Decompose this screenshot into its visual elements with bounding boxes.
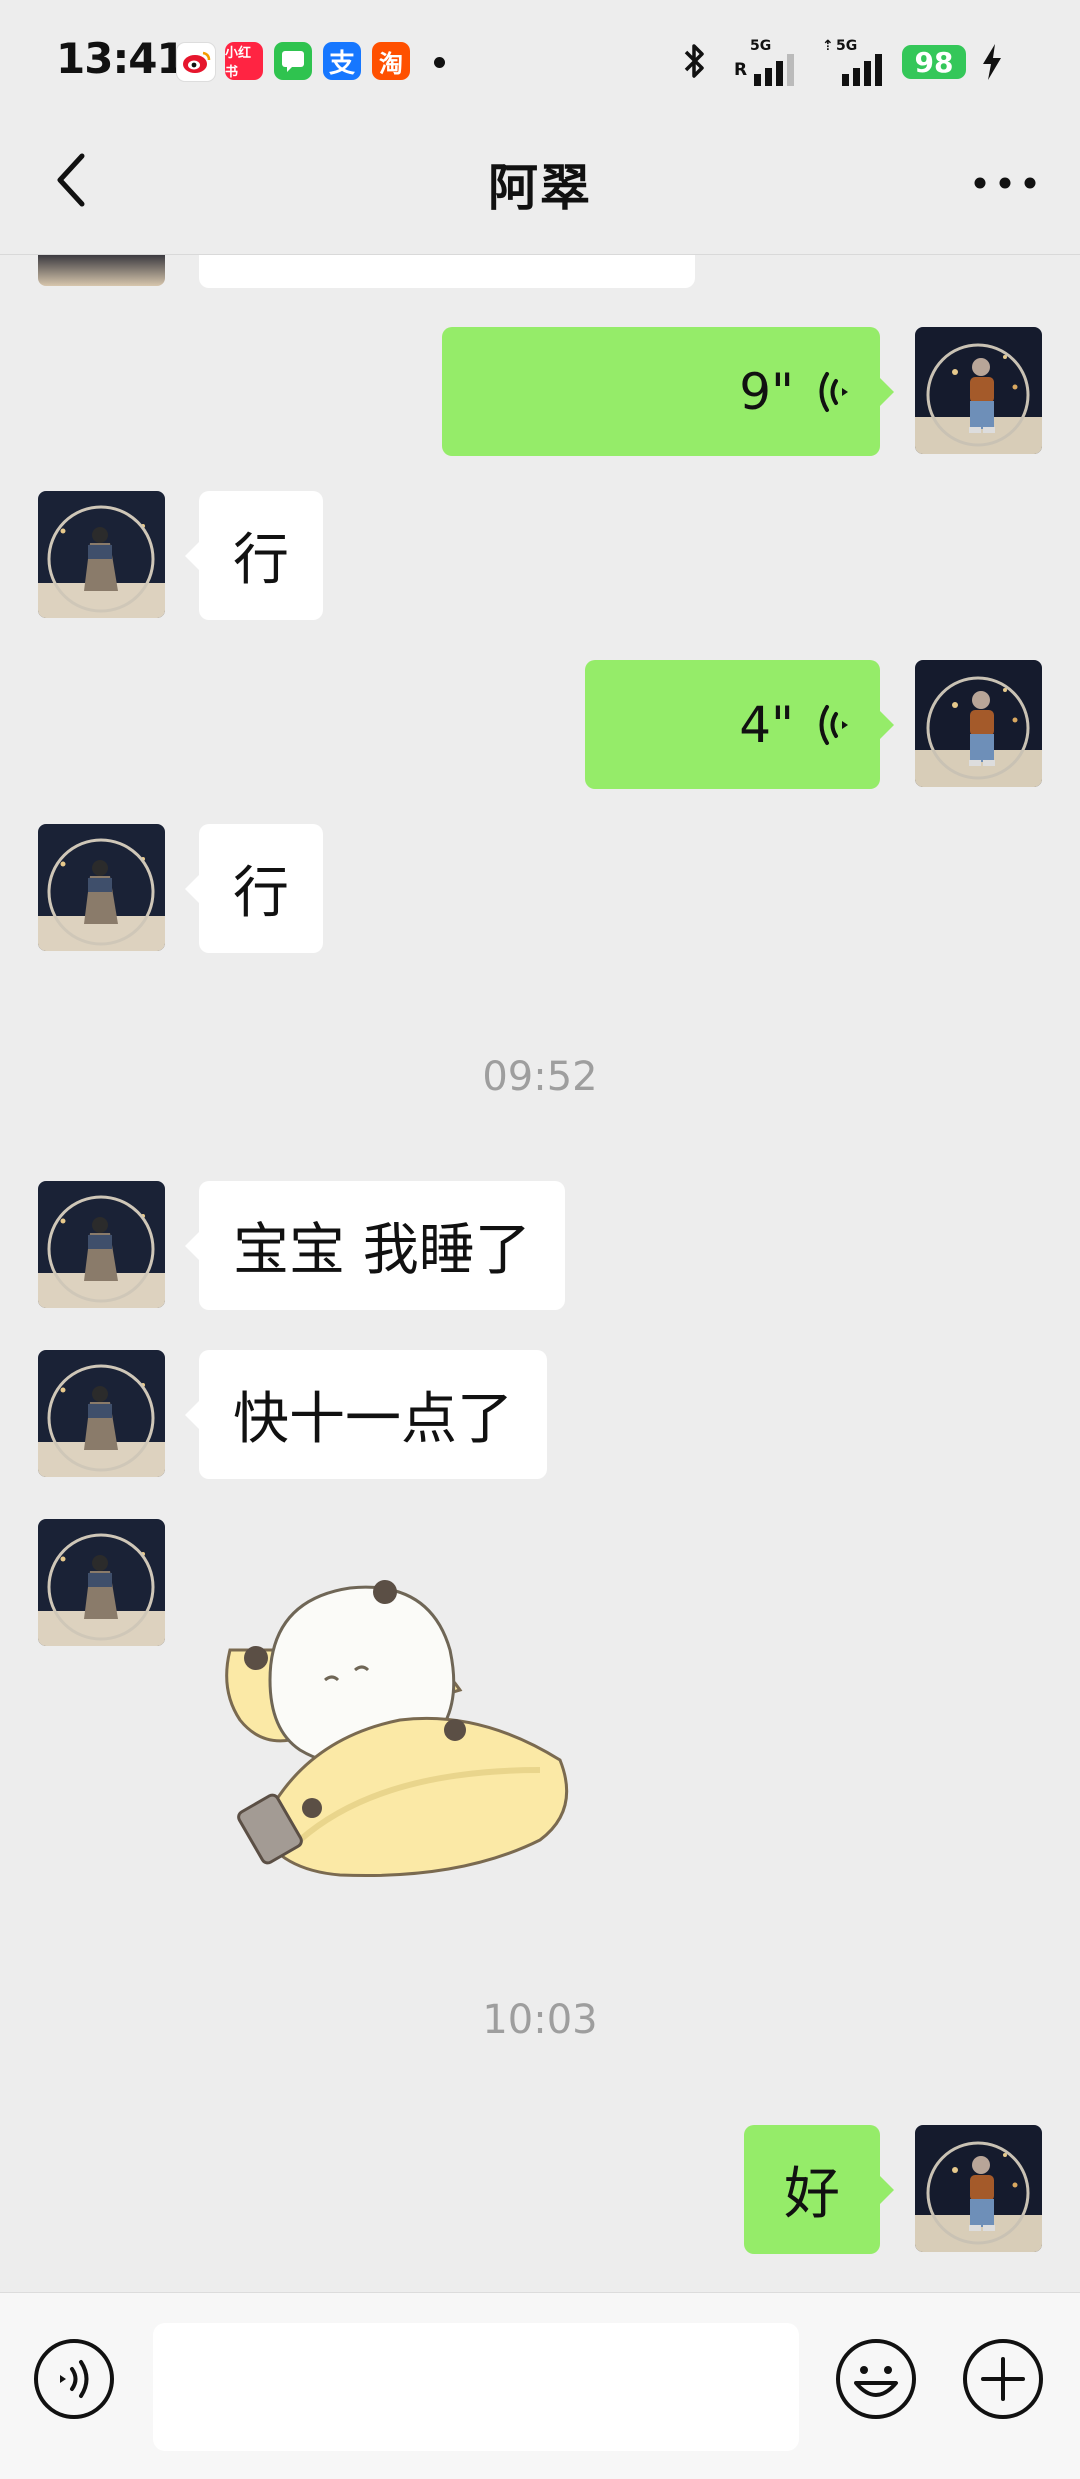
contact-avatar[interactable] (38, 824, 165, 951)
voice-wave-icon (819, 704, 848, 745)
alipay-icon: 支 (323, 42, 361, 80)
plus-icon[interactable] (961, 2337, 1045, 2421)
my-avatar[interactable] (915, 2125, 1042, 2252)
cellular-signal-1-icon: 5G R (734, 38, 804, 88)
message-input[interactable] (153, 2323, 799, 2451)
roaming-label: R (734, 60, 748, 80)
text-message-bubble[interactable]: 行 (185, 491, 323, 620)
text-message-bubble[interactable]: 好 (744, 2125, 894, 2254)
voice-duration: 4" (739, 695, 794, 754)
more-options-icon[interactable] (970, 168, 1040, 198)
notification-dot-icon (434, 57, 445, 68)
input-bar (0, 2292, 1080, 2479)
xiaohongshu-icon: 小红书 (225, 42, 263, 80)
message-bubble-partial[interactable] (199, 255, 695, 288)
voice-wave-icon (819, 371, 848, 412)
message-text: 快十一点了 (233, 1387, 513, 1452)
message-text: 宝宝 我睡了 (233, 1218, 531, 1283)
contact-avatar[interactable] (38, 1350, 165, 1477)
battery-indicator: 98 (902, 45, 966, 79)
message-text: 行 (233, 528, 289, 593)
contact-avatar[interactable] (38, 1519, 165, 1646)
weibo-icon (176, 42, 216, 82)
status-bar: 13:41 小红书 支 淘 5G R ⇡ 5G 98 (0, 0, 1080, 120)
my-avatar[interactable] (915, 327, 1042, 454)
status-time: 13:41 (56, 34, 186, 83)
messages-icon (274, 42, 312, 80)
timestamp: 09:52 (482, 1054, 598, 1100)
voice-duration: 9" (739, 362, 794, 421)
chat-title: 阿翠 (488, 159, 592, 217)
text-message-bubble[interactable]: 行 (185, 824, 323, 953)
text-message-bubble[interactable]: 快十一点了 (185, 1350, 547, 1479)
my-avatar[interactable] (915, 660, 1042, 787)
voice-message-bubble[interactable]: 4" (585, 660, 894, 789)
timestamp: 10:03 (482, 1997, 598, 2043)
charging-bolt-icon (983, 44, 1001, 80)
message-text: 好 (784, 2162, 840, 2227)
contact-avatar-partial[interactable] (38, 255, 165, 286)
emoji-icon[interactable] (834, 2337, 918, 2421)
chat-header: 阿翠 (0, 120, 1080, 255)
contact-avatar[interactable] (38, 491, 165, 618)
voice-mode-icon[interactable] (32, 2337, 116, 2421)
text-message-bubble[interactable]: 宝宝 我睡了 (185, 1181, 565, 1310)
bluetooth-icon (684, 44, 704, 78)
taobao-icon: 淘 (372, 42, 410, 80)
cellular-signal-2-icon: ⇡ 5G (822, 38, 892, 88)
sleeping-panda-sticker[interactable] (200, 1570, 580, 1890)
voice-message-bubble[interactable]: 9" (442, 327, 894, 456)
contact-avatar[interactable] (38, 1181, 165, 1308)
message-text: 行 (233, 861, 289, 926)
